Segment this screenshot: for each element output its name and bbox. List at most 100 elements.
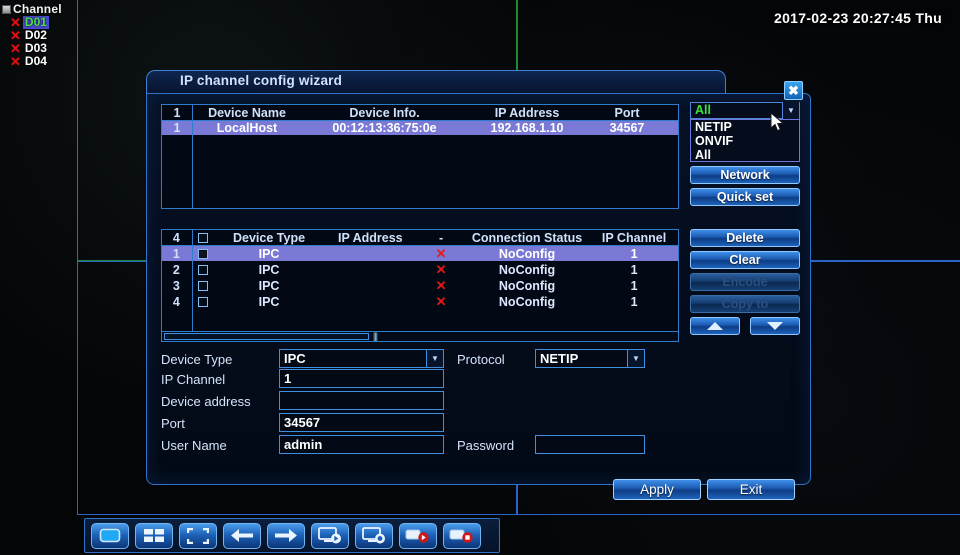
- clear-button[interactable]: Clear: [690, 251, 800, 269]
- dialog-title: IP channel config wizard: [180, 73, 343, 88]
- row-checkbox[interactable]: [191, 280, 216, 291]
- channel-item-d04[interactable]: ✕ D04: [10, 54, 76, 69]
- arrow-up-icon[interactable]: [690, 317, 740, 335]
- cell-device-info: 00:12:13:36:75:0e: [332, 120, 437, 135]
- protocol-value: NETIP: [540, 351, 579, 366]
- row-index: 1: [172, 246, 180, 261]
- red-x-icon: ✕: [435, 246, 447, 261]
- row-checkbox[interactable]: [191, 248, 216, 259]
- red-x-icon: ✕: [435, 294, 447, 309]
- fullscreen-icon[interactable]: [179, 522, 217, 549]
- column-device-type: Device Type: [233, 230, 306, 245]
- device-table-count: 1: [173, 105, 181, 120]
- channel-table[interactable]: 4 Device Type IP Address - Connection St…: [161, 229, 679, 336]
- label-protocol: Protocol: [457, 352, 505, 367]
- column-ip-address: IP Address: [494, 105, 560, 120]
- table-row[interactable]: 4 IPC ✕ NoConfig 1: [162, 294, 678, 309]
- table-row[interactable]: 1 IPC ✕ NoConfig 1: [162, 246, 678, 261]
- protocol-filter-select[interactable]: All ▼: [690, 102, 800, 119]
- device-table-header: 1 Device Name Device Info. IP Address Po…: [162, 105, 678, 120]
- cell-device-type: IPC: [258, 278, 280, 293]
- chevron-down-icon[interactable]: ▼: [782, 102, 799, 119]
- select-all-checkbox[interactable]: [191, 232, 216, 243]
- chevron-down-icon[interactable]: ▼: [426, 349, 444, 368]
- protocol-option-netip[interactable]: NETIP: [691, 120, 799, 134]
- cell-device-type: IPC: [258, 294, 280, 309]
- label-port: Port: [161, 416, 185, 431]
- cell-connection-status: NoConfig: [498, 278, 556, 293]
- scrollbar-thumb[interactable]: [164, 333, 369, 340]
- protocol-filter-value: All: [695, 103, 711, 117]
- column-device-name: Device Name: [208, 105, 286, 120]
- channel-table-header: 4 Device Type IP Address - Connection St…: [162, 230, 678, 245]
- close-icon[interactable]: ✖: [784, 81, 803, 100]
- device-type-select[interactable]: IPC ▼: [279, 349, 444, 368]
- row-index: 3: [172, 278, 180, 293]
- channel-panel-header: Channel: [2, 2, 76, 16]
- quick-set-button[interactable]: Quick set: [690, 188, 800, 206]
- device-type-value: IPC: [284, 351, 306, 366]
- cell-ip-address: 192.168.1.10: [490, 120, 564, 135]
- channel-panel-title: Channel: [13, 2, 62, 16]
- playback-icon[interactable]: [311, 522, 349, 549]
- protocol-filter-options[interactable]: NETIP ONVIF All: [690, 119, 800, 162]
- single-view-icon[interactable]: [91, 522, 129, 549]
- delete-button[interactable]: Delete: [690, 229, 800, 247]
- copy-to-button: Copy to: [690, 295, 800, 313]
- clock-overlay: 2017-02-23 20:27:45 Thu: [774, 10, 942, 26]
- table-row[interactable]: 1 LocalHost 00:12:13:36:75:0e 192.168.1.…: [162, 120, 678, 135]
- password-input[interactable]: [535, 435, 645, 454]
- device-address-input[interactable]: [279, 391, 444, 410]
- arrow-down-icon[interactable]: [750, 317, 800, 335]
- protocol-option-all[interactable]: All: [691, 148, 799, 162]
- exit-button[interactable]: Exit: [707, 479, 795, 500]
- table-row[interactable]: 2 IPC ✕ NoConfig 1: [162, 262, 678, 277]
- dialog-body: 1 Device Name Device Info. IP Address Po…: [146, 93, 811, 500]
- record-play-icon[interactable]: [399, 522, 437, 549]
- channel-item-label: D04: [24, 54, 47, 68]
- cell-ip-channel: 1: [630, 246, 638, 261]
- channel-panel: Channel ✕ D01 ✕ D02 ✕ D03 ✕ D04: [2, 2, 76, 68]
- red-x-icon: ✕: [10, 54, 21, 69]
- cell-connection-status: NoConfig: [498, 262, 556, 277]
- cell-connection-status: NoConfig: [498, 294, 556, 309]
- quad-view-icon[interactable]: [135, 522, 173, 549]
- ip-channel-value: 1: [284, 371, 292, 386]
- column-ip-channel: IP Channel: [601, 230, 667, 245]
- record-stop-icon[interactable]: [443, 522, 481, 549]
- horizontal-scrollbar[interactable]: |||: [161, 331, 679, 342]
- port-value: 34567: [284, 415, 321, 430]
- row-index: 2: [172, 262, 180, 277]
- apply-button[interactable]: Apply: [613, 479, 701, 500]
- channel-table-count: 4: [172, 230, 180, 245]
- red-x-icon: ✕: [435, 278, 447, 293]
- chevron-down-icon[interactable]: ▼: [627, 349, 645, 368]
- device-table[interactable]: 1 Device Name Device Info. IP Address Po…: [161, 104, 679, 209]
- table-row[interactable]: 3 IPC ✕ NoConfig 1: [162, 278, 678, 293]
- cell-device-name: LocalHost: [216, 120, 278, 135]
- ip-channel-input[interactable]: 1: [279, 369, 444, 388]
- label-user-name: User Name: [161, 438, 227, 453]
- label-ip-channel: IP Channel: [161, 372, 226, 387]
- row-index: 1: [173, 120, 181, 135]
- row-index: 4: [172, 294, 180, 309]
- label-device-type: Device Type: [161, 352, 233, 367]
- cell-ip-channel: 1: [630, 262, 638, 277]
- user-name-value: admin: [284, 437, 323, 452]
- encode-button: Encode: [690, 273, 800, 291]
- monitor-record-icon[interactable]: [355, 522, 393, 549]
- cell-device-type: IPC: [258, 262, 280, 277]
- protocol-option-onvif[interactable]: ONVIF: [691, 134, 799, 148]
- column-device-info: Device Info.: [349, 105, 420, 120]
- cell-port: 34567: [609, 120, 645, 135]
- row-checkbox[interactable]: [191, 296, 216, 307]
- arrow-right-icon[interactable]: [267, 522, 305, 549]
- arrow-left-icon[interactable]: [223, 522, 261, 549]
- protocol-select[interactable]: NETIP ▼: [535, 349, 645, 368]
- network-button[interactable]: Network: [690, 166, 800, 184]
- port-input[interactable]: 34567: [279, 413, 444, 432]
- cell-ip-channel: 1: [630, 278, 638, 293]
- user-name-input[interactable]: admin: [279, 435, 444, 454]
- dvr-screen: Channel ✕ D01 ✕ D02 ✕ D03 ✕ D04 2017-02-…: [0, 0, 960, 555]
- row-checkbox[interactable]: [191, 264, 216, 275]
